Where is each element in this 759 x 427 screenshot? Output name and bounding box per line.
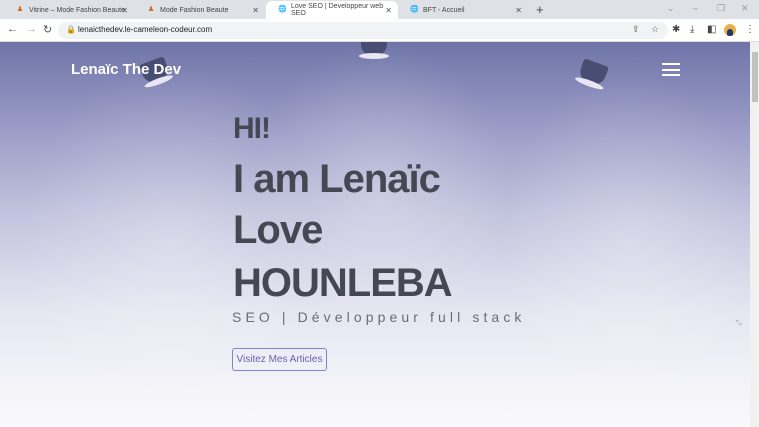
- share-icon[interactable]: ⇪: [632, 24, 640, 35]
- lock-icon: 🔒: [66, 25, 76, 34]
- close-tab-icon[interactable]: ✕: [252, 6, 259, 15]
- hero-section: Lenaïc The Dev HI! I am Lenaïc Love HOUN…: [0, 42, 750, 427]
- globe-icon: 🌐: [278, 6, 287, 13]
- url-text[interactable]: lenaicthedev.le-cameleon-codeur.com: [78, 25, 212, 34]
- tab-title: Mode Fashion Beaute: [160, 6, 229, 14]
- menu-kebab-icon[interactable]: ⋮: [745, 24, 755, 35]
- bookmark-star-icon[interactable]: ☆: [651, 24, 659, 35]
- visit-articles-button[interactable]: Visitez Mes Articles: [232, 348, 327, 371]
- tab-title: Vitrine – Mode Fashion Beaute: [29, 6, 125, 14]
- hero-name-line: I am Lenaïc: [233, 157, 441, 201]
- tab-bft[interactable]: 🌐 BFT - Accueil ✕: [398, 1, 528, 19]
- new-tab-button[interactable]: +: [536, 2, 544, 17]
- spotlight-lamp-icon: [359, 42, 389, 59]
- tab-search-icon[interactable]: ⌄: [667, 3, 675, 14]
- tab-love-seo[interactable]: 🌐 Love SEO | Developpeur web SEO ✕: [266, 1, 398, 19]
- maximize-button[interactable]: ❐: [717, 3, 725, 14]
- browser-toolbar: ← → ↻ 🔒 lenaicthedev.le-cameleon-codeur.…: [0, 19, 759, 42]
- reload-button[interactable]: ↻: [43, 23, 52, 36]
- close-tab-icon[interactable]: ✕: [121, 6, 128, 15]
- address-bar[interactable]: 🔒 lenaicthedev.le-cameleon-codeur.com ⇪ …: [58, 22, 668, 39]
- hero-subtitle: SEO | Développeur full stack: [232, 309, 526, 325]
- widget-icon[interactable]: ⤡: [736, 320, 742, 328]
- hamburger-menu-icon[interactable]: [662, 63, 680, 76]
- forward-button[interactable]: →: [26, 23, 37, 35]
- back-button[interactable]: ←: [7, 23, 18, 35]
- site-favicon-icon: ♟: [147, 6, 155, 13]
- extensions-icon[interactable]: ✱: [672, 24, 680, 35]
- tab-title: BFT - Accueil: [423, 6, 465, 14]
- side-panel-icon[interactable]: ◧: [707, 24, 716, 35]
- hero-name-line: HOUNLEBA: [233, 261, 453, 305]
- spotlight-beam: [500, 72, 750, 412]
- hero-name-line: Love: [233, 208, 323, 252]
- tab-vitrine[interactable]: ♟ Vitrine – Mode Fashion Beaute ✕: [4, 1, 134, 19]
- site-logo[interactable]: Lenaïc The Dev: [71, 61, 181, 78]
- download-icon[interactable]: ⤓: [690, 24, 694, 35]
- tab-bar: ♟ Vitrine – Mode Fashion Beaute ✕ ♟ Mode Fa…: [0, 0, 759, 19]
- profile-avatar[interactable]: [724, 24, 736, 36]
- tab-mode-fashion[interactable]: ♟ Mode Fashion Beaute ✕: [135, 1, 265, 19]
- globe-icon: 🌐: [410, 6, 419, 13]
- hero-greeting: HI!: [233, 112, 271, 145]
- scrollbar-thumb[interactable]: [752, 52, 758, 102]
- minimize-button[interactable]: –: [693, 3, 698, 13]
- close-tab-icon[interactable]: ✕: [385, 6, 392, 15]
- tab-title: Love SEO | Developpeur web SEO: [291, 3, 384, 17]
- site-favicon-icon: ♟: [16, 6, 24, 13]
- close-window-button[interactable]: ✕: [741, 3, 749, 14]
- close-tab-icon[interactable]: ✕: [515, 6, 522, 15]
